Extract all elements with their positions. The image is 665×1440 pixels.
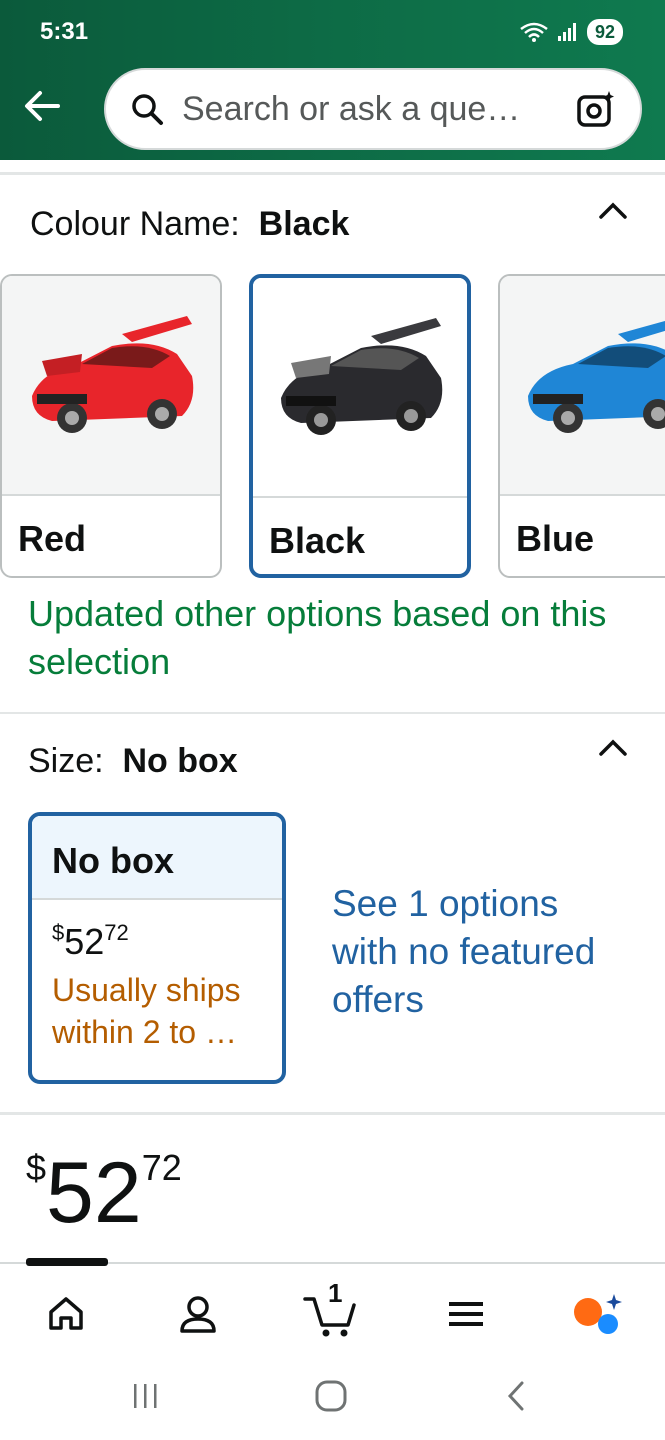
system-nav-bar (0, 1352, 665, 1440)
home-icon (49, 1297, 83, 1330)
size-option-no-box[interactable]: No box $5272 Usually ships within 2 to … (28, 812, 286, 1084)
colour-swatch-red[interactable]: Red (0, 274, 222, 578)
signal-icon (557, 23, 576, 41)
size-option-price: $5272 (52, 920, 129, 962)
black-car-image (253, 278, 467, 498)
shipping-estimate: Usually ships within 2 to … (52, 972, 241, 1050)
see-options-link[interactable]: See 1 options with no featured offers (332, 880, 632, 1024)
account-icon (180, 1296, 216, 1333)
search-icon (132, 94, 163, 125)
options-updated-message: Updated other options based on this sele… (28, 593, 607, 682)
recent-apps-button[interactable] (120, 1374, 170, 1418)
camera-search-icon[interactable] (576, 89, 616, 129)
nav-cart[interactable]: 1 (300, 1278, 360, 1344)
chevron-up-icon[interactable] (598, 200, 628, 220)
cart-count-badge: 1 (328, 1278, 343, 1308)
home-button[interactable] (306, 1374, 356, 1418)
active-tab-indicator (26, 1258, 108, 1266)
colour-name-label: Colour Name: Black (30, 205, 350, 243)
size-option-title: No box (32, 816, 282, 900)
nav-home[interactable] (36, 1284, 96, 1344)
colour-swatch-black[interactable]: Black (249, 274, 471, 578)
menu-icon (449, 1302, 483, 1326)
blue-car-image (500, 276, 665, 496)
back-button[interactable] (492, 1374, 542, 1418)
home-circle-icon (315, 1380, 347, 1412)
recent-apps-icon (134, 1384, 157, 1408)
red-car-image (2, 276, 220, 496)
product-price: $5272 (26, 1145, 182, 1241)
chevron-up-icon[interactable] (598, 737, 628, 757)
divider (0, 172, 665, 175)
back-chevron-icon (507, 1381, 524, 1411)
nav-menu[interactable] (436, 1284, 496, 1344)
swatch-label-red: Red (18, 518, 87, 559)
divider (0, 712, 665, 714)
selected-colour: Black (258, 205, 350, 243)
status-icons: 92 (519, 19, 623, 45)
bottom-nav: 1 (0, 1258, 665, 1352)
swatch-label-black: Black (269, 520, 366, 561)
divider (0, 1112, 665, 1115)
nav-rufus[interactable] (568, 1284, 628, 1344)
search-input[interactable]: Search or ask a que… (104, 68, 642, 150)
battery-badge: 92 (586, 19, 623, 45)
nav-account[interactable] (168, 1284, 228, 1344)
size-label: Size: No box (28, 742, 238, 780)
selected-size: No box (122, 742, 238, 780)
status-time: 5:31 (40, 18, 89, 45)
app-header: 5:31 92 Search or ask a que… (0, 0, 665, 160)
search-placeholder: Search or ask a que… (182, 89, 521, 128)
rufus-icon (574, 1294, 622, 1334)
wifi-icon (520, 22, 548, 42)
colour-swatch-blue[interactable]: Blue (498, 274, 665, 578)
swatch-label-blue: Blue (516, 518, 595, 559)
back-arrow-icon[interactable] (20, 84, 64, 128)
